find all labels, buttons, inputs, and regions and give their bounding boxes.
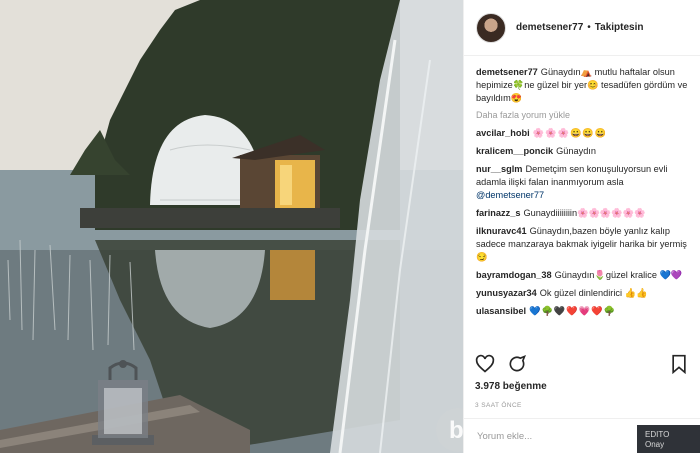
edito-badge: EDITO Onay: [637, 425, 700, 453]
load-more-comments[interactable]: Daha fazla yorum yükle: [476, 110, 688, 120]
header-username[interactable]: demetsener77: [516, 22, 583, 33]
badge-line1: EDITO: [645, 430, 670, 439]
badge-line2: Onay: [645, 440, 665, 449]
comment-item: yunusyazar34 Ok güzel dinlendirici 👍👍: [476, 287, 688, 300]
comment-username[interactable]: ulasansibel: [476, 306, 526, 316]
caption: demetsener77 Günaydın⛺ mutlu haftalar ols…: [476, 66, 688, 105]
comment-username[interactable]: yunusyazar34: [476, 288, 537, 298]
post-photo[interactable]: [0, 0, 463, 453]
comment-username[interactable]: ilknuravc41: [476, 226, 527, 236]
likes-count[interactable]: 3.978 beğenme: [475, 381, 547, 392]
comment-item: kralicem__poncik Günaydın: [476, 145, 688, 158]
comment-mention[interactable]: @demetsener77: [476, 190, 544, 200]
comment-item: ulasansibel 💙🌳🖤❤️💗❤️🌳: [476, 305, 688, 318]
comment-username[interactable]: bayramdogan_38: [476, 270, 552, 280]
post-time: 3 SAAT ÖNCE: [475, 402, 522, 409]
avatar[interactable]: [476, 12, 506, 43]
comment-username[interactable]: kralicem__poncik: [476, 146, 553, 156]
comment-text: Günaydın: [556, 146, 596, 156]
caption-username[interactable]: demetsener77: [476, 67, 538, 77]
comment-text: 💙🌳🖤❤️💗❤️🌳: [529, 306, 617, 316]
svg-text:b: b: [449, 417, 464, 444]
comment-icon[interactable]: [507, 354, 527, 374]
separator-dot: •: [587, 22, 591, 33]
comment-item: nur__sglm Demetçim sen konuşuluyorsun evl…: [476, 163, 688, 202]
comments-list: demetsener77 Günaydın⛺ mutlu haftalar ols…: [464, 56, 700, 339]
bookmark-icon[interactable]: [670, 354, 688, 374]
heart-icon[interactable]: [475, 354, 495, 374]
comment-item: ilknuravc41 Günaydın,bazen böyle yanlız k…: [476, 225, 688, 264]
comment-username[interactable]: avcilar_hobi: [476, 128, 530, 138]
comment-username[interactable]: nur__sglm: [476, 164, 522, 174]
comment-item: farinazz_s Gunaydiiiiiiiin🌸🌸🌸🌸🌸🌸: [476, 207, 688, 220]
comment-item: avcilar_hobi 🌸🌸🌸😀😀😀: [476, 127, 688, 140]
post-header: demetsener77 • Takiptesin: [464, 0, 700, 56]
comment-text: Günaydın🌷güzel kralice 💙💜: [554, 270, 683, 280]
comment-text: 🌸🌸🌸😀😀😀: [532, 128, 608, 138]
post-actions: [475, 354, 688, 376]
comment-text: Gunaydiiiiiiiin🌸🌸🌸🌸🌸🌸: [523, 208, 646, 218]
follow-status[interactable]: Takiptesin: [595, 22, 644, 33]
comment-text: Ok güzel dinlendirici 👍👍: [539, 288, 648, 298]
comment-username[interactable]: farinazz_s: [476, 208, 520, 218]
comment-item: bayramdogan_38 Günaydın🌷güzel kralice 💙💜: [476, 269, 688, 282]
